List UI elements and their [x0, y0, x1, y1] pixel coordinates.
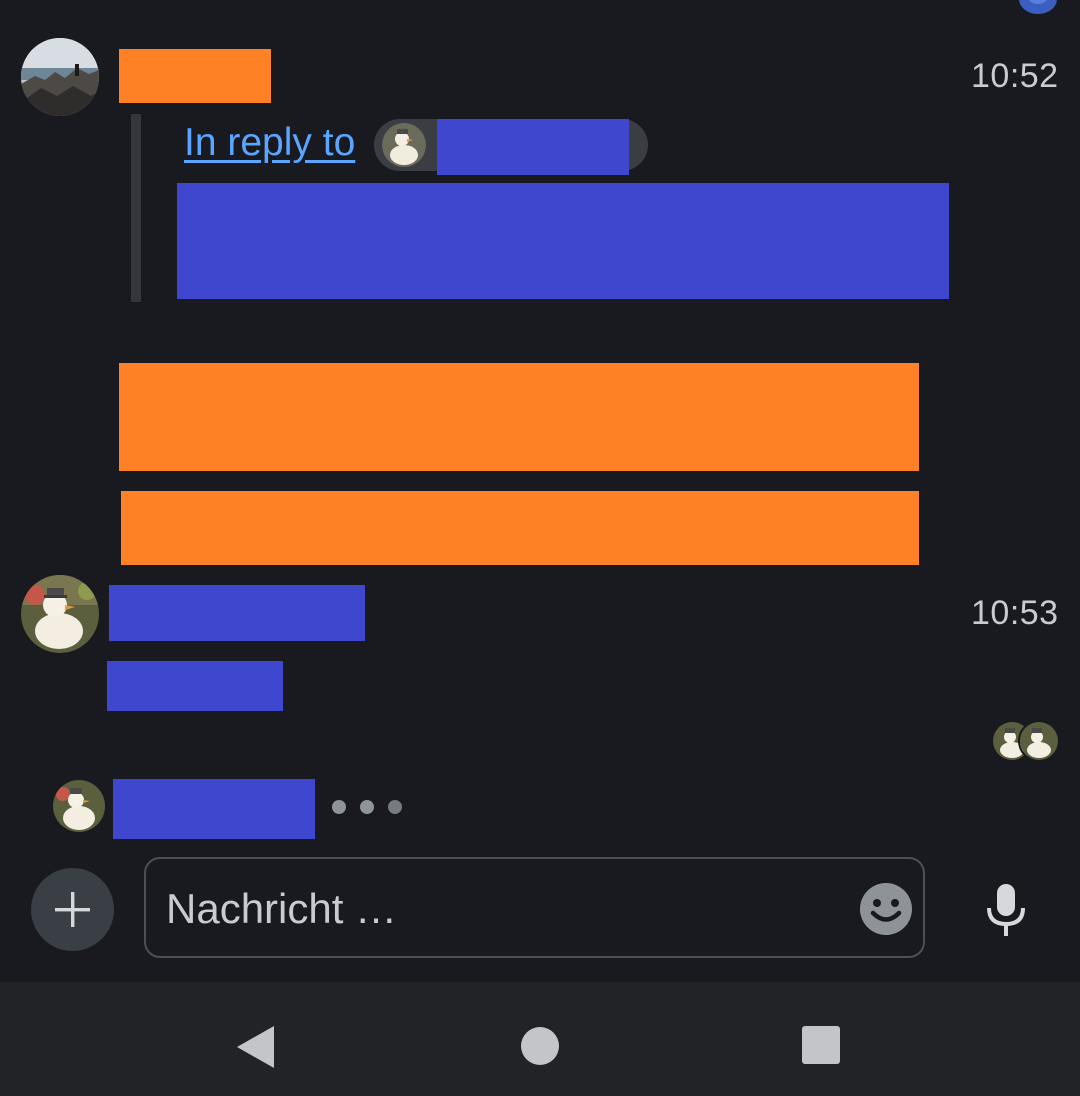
typing-user-avatar[interactable]	[53, 780, 105, 832]
sender-name-redacted	[109, 585, 365, 641]
sender-name-redacted	[119, 49, 271, 103]
system-navigation-bar	[0, 982, 1080, 1096]
message-time: 10:53	[971, 594, 1059, 632]
emoji-button[interactable]	[859, 882, 913, 936]
recents-button[interactable]	[801, 1025, 841, 1065]
top-partial-avatar	[1019, 0, 1057, 14]
home-button[interactable]	[519, 1025, 561, 1067]
sender-avatar-rocky-coast[interactable]	[21, 38, 99, 116]
message-time: 10:52	[971, 57, 1059, 95]
message-input[interactable]	[166, 881, 846, 937]
back-button[interactable]	[234, 1024, 276, 1070]
microphone-icon	[987, 884, 1025, 936]
home-icon	[521, 1027, 559, 1065]
typing-dot	[360, 800, 374, 814]
reply-quote-text-redacted	[177, 183, 949, 299]
recents-icon	[802, 1026, 840, 1064]
add-attachment-button[interactable]	[31, 868, 114, 951]
message-body-redacted	[107, 661, 283, 711]
plus-icon	[55, 892, 90, 927]
in-reply-to-link[interactable]: In reply to	[184, 121, 355, 165]
back-icon	[237, 1026, 274, 1068]
reply-user-avatar	[382, 123, 426, 167]
reply-user-name-redacted	[437, 119, 629, 175]
read-receipt-avatar[interactable]	[1018, 720, 1060, 762]
voice-message-button[interactable]	[984, 882, 1028, 938]
chat-screen: 10:52 In reply to 10:53 Nachricht …	[0, 0, 1080, 1096]
smiley-icon	[860, 883, 912, 935]
typing-dot	[332, 800, 346, 814]
sender-avatar-duck[interactable]	[21, 575, 99, 653]
typing-user-name-redacted	[113, 779, 315, 839]
message-body-redacted	[119, 363, 919, 471]
message-composer	[144, 857, 925, 958]
message-body-redacted	[121, 491, 919, 565]
reply-quote-bar	[131, 114, 141, 302]
typing-dot	[388, 800, 402, 814]
